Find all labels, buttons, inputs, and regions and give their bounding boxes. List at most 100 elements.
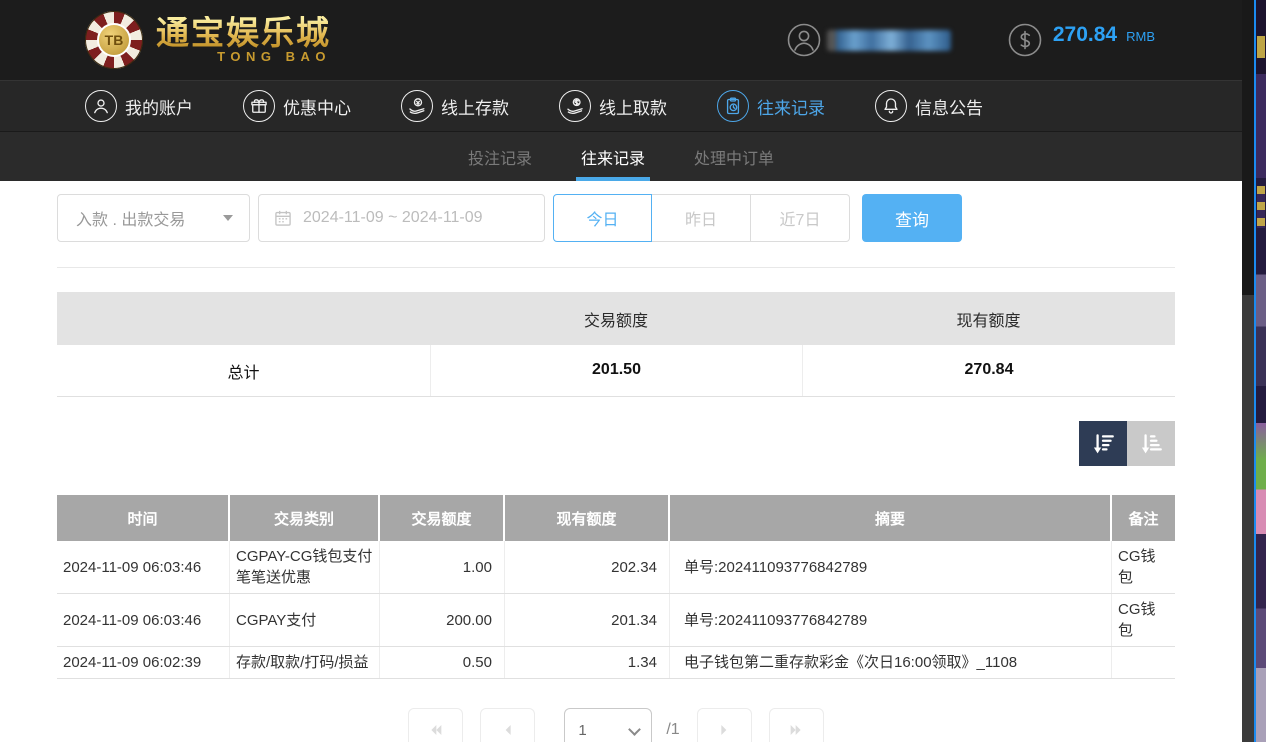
cell-amount: 200.00 [380,594,505,646]
subtab-bar: 投注记录往来记录处理中订单 [0,132,1242,181]
cell-balance: 202.34 [505,541,670,593]
cell-note [1112,647,1175,678]
records-table: 时间交易类别交易额度现有额度摘要备注 2024-11-09 06:03:46CG… [57,495,1175,679]
column-header-summary: 摘要 [670,495,1112,541]
divider-line [57,267,1175,268]
column-header-amount: 交易额度 [380,495,505,541]
nav-item-user[interactable]: 我的账户 [85,90,193,122]
first-page-button[interactable] [408,708,463,742]
prev-page-button[interactable] [480,708,535,742]
quick-range-button-2[interactable]: 近7日 [751,194,850,242]
nav-item-label: 线上取款 [599,94,667,119]
cell-summary: 电子钱包第二重存款彩金《次日16:00领取》_1108 [670,647,1112,678]
summary-total-row: 总计 201.50 270.84 [57,345,1175,396]
summary-current-amount: 270.84 [802,345,1175,396]
arrow-left-icon [500,722,516,738]
summary-header: 交易额度 现有额度 [57,292,1175,345]
cell-amount: 0.50 [380,647,505,678]
nav-item-label: 我的账户 [125,94,193,119]
cell-type: CGPAY支付 [230,594,380,646]
search-button[interactable]: 查询 [862,194,962,242]
cell-balance: 201.34 [505,594,670,646]
cell-note: CG钱包 [1112,594,1175,646]
brand-title: 通宝娱乐城 [156,16,331,50]
subtab-0[interactable]: 投注记录 [466,132,534,181]
nav-item-records[interactable]: 往来记录 [717,90,825,122]
user-area: 270.84 RMB [787,23,1155,57]
cell-type: CGPAY-CG钱包支付笔笔送优惠 [230,541,380,593]
filter-row: 入款 . 出款交易 2024-11-09 ~ 2024-11-09 今日昨日近7… [57,181,1242,242]
table-row: 2024-11-09 06:02:39存款/取款/打码/损益0.501.34电子… [57,647,1175,679]
summary-col-transaction: 交易额度 [430,307,802,331]
cell-balance: 1.34 [505,647,670,678]
currency-icon [1008,23,1042,57]
sort-descending-button[interactable] [1079,421,1127,466]
summary-table: 交易额度 现有额度 总计 201.50 270.84 [57,292,1175,397]
quick-range-button-0[interactable]: 今日 [553,194,652,242]
background-fragment [1257,186,1265,228]
transaction-type-value: 入款 . 出款交易 [76,206,185,230]
nav-item-withdraw[interactable]: 线上取款 [559,90,667,122]
records-table-body: 2024-11-09 06:03:46CGPAY-CG钱包支付笔笔送优惠1.00… [57,541,1175,679]
background-page-strip [1254,0,1266,742]
subtab-2[interactable]: 处理中订单 [692,132,776,181]
scrollbar-thumb[interactable] [1242,0,1254,295]
user-avatar-icon [787,23,821,57]
date-quick-group: 今日昨日近7日 [553,194,850,242]
top-header: TB 通宝娱乐城 TONG BAO 270.84 RMB [0,0,1242,80]
quick-range-button-1[interactable]: 昨日 [652,194,751,242]
nav-item-gift[interactable]: 优惠中心 [243,90,351,122]
sort-ascending-button[interactable] [1127,421,1175,466]
cell-type: 存款/取款/打码/损益 [230,647,380,678]
balance-box[interactable]: 270.84 RMB [1008,23,1155,57]
double-arrow-left-icon [428,722,444,738]
cell-summary: 单号:202411093776842789 [670,541,1112,593]
username-blurred[interactable] [827,30,951,51]
main-page: TB 通宝娱乐城 TONG BAO 270.84 RMB 我的账户 优惠中心 线上存… [0,0,1242,742]
deposit-icon [401,90,433,122]
announcement-icon [875,90,907,122]
caret-down-icon [223,215,233,221]
nav-item-label: 往来记录 [757,94,825,119]
cell-amount: 1.00 [380,541,505,593]
brand-subtitle: TONG BAO [217,50,331,64]
gift-icon [243,90,275,122]
cell-time: 2024-11-09 06:02:39 [57,647,230,678]
double-arrow-right-icon [788,722,804,738]
date-range-input[interactable]: 2024-11-09 ~ 2024-11-09 [258,194,545,242]
nav-item-label: 优惠中心 [283,94,351,119]
column-header-type: 交易类别 [230,495,380,541]
summary-col-current: 现有额度 [802,307,1175,331]
summary-transaction-amount: 201.50 [430,345,802,396]
date-range-value: 2024-11-09 ~ 2024-11-09 [303,209,483,227]
pagination: 1 /1 [57,708,1175,742]
arrow-right-icon [716,722,732,738]
page-scrollbar[interactable] [1242,0,1254,742]
column-header-note: 备注 [1112,495,1175,541]
column-header-time: 时间 [57,495,230,541]
poker-chip-icon: TB [85,11,143,69]
page-select-value: 1 [578,722,586,739]
nav-item-label: 信息公告 [915,94,983,119]
nav-item-announcement[interactable]: 信息公告 [875,90,983,122]
page-total-label: /1 [666,708,679,742]
last-page-button[interactable] [769,708,824,742]
background-fragment [1257,36,1265,58]
chip-label: TB [97,23,131,57]
nav-item-deposit[interactable]: 线上存款 [401,90,509,122]
brand-logo[interactable]: TB 通宝娱乐城 TONG BAO [85,11,331,69]
main-nav: 我的账户 优惠中心 线上存款 线上取款 往来记录 信息公告 [0,80,1242,132]
records-table-header: 时间交易类别交易额度现有额度摘要备注 [57,495,1175,541]
cell-summary: 单号:202411093776842789 [670,594,1112,646]
sort-ascending-icon [1138,431,1164,457]
page-select[interactable]: 1 [564,708,652,742]
cell-time: 2024-11-09 06:03:46 [57,541,230,593]
transaction-type-select[interactable]: 入款 . 出款交易 [57,194,250,242]
sort-row [57,421,1175,466]
content: 入款 . 出款交易 2024-11-09 ~ 2024-11-09 今日昨日近7… [0,181,1242,742]
table-row: 2024-11-09 06:03:46CGPAY-CG钱包支付笔笔送优惠1.00… [57,541,1175,594]
subtab-1[interactable]: 往来记录 [579,132,647,181]
balance-value: 270.84 [1053,23,1117,47]
chevron-down-icon [628,723,641,736]
next-page-button[interactable] [697,708,752,742]
